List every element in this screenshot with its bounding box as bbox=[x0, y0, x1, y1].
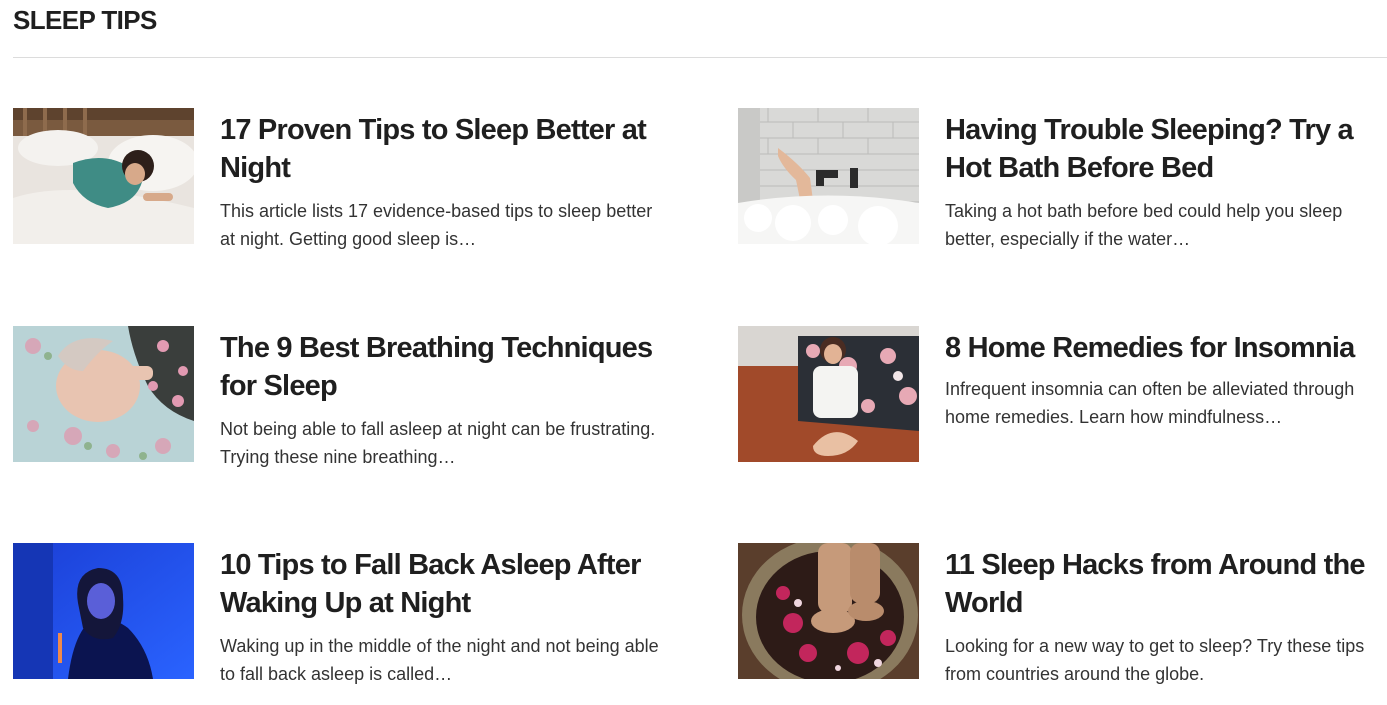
article-summary: Waking up in the middle of the night and… bbox=[220, 636, 659, 684]
person-lying-floral-image[interactable] bbox=[13, 326, 194, 462]
article-summary: Infrequent insomnia can often be allevia… bbox=[945, 379, 1355, 427]
article-title[interactable]: The 9 Best Breathing Techniques for Slee… bbox=[220, 330, 665, 405]
article-title[interactable]: 8 Home Remedies for Insomnia bbox=[945, 330, 1387, 368]
bubble-bath-image[interactable] bbox=[738, 108, 919, 244]
woman-sleeping-image[interactable] bbox=[13, 108, 194, 244]
article-summary: This article lists 17 evidence-based tip… bbox=[220, 201, 653, 249]
article-summary: Looking for a new way to get to sleep? T… bbox=[945, 636, 1365, 684]
section-title: SLEEP TIPS bbox=[13, 5, 157, 35]
article-title[interactable]: 17 Proven Tips to Sleep Better at Night bbox=[220, 112, 665, 187]
article-card[interactable]: The 9 Best Breathing Techniques for Slee… bbox=[13, 326, 673, 467]
article-title[interactable]: 11 Sleep Hacks from Around the World bbox=[945, 547, 1387, 622]
woman-meditating-image[interactable] bbox=[738, 326, 919, 462]
woman-blue-light-image[interactable] bbox=[13, 543, 194, 679]
article-summary: Taking a hot bath before bed could help … bbox=[945, 201, 1343, 249]
article-card[interactable]: 17 Proven Tips to Sleep Better at Night … bbox=[13, 108, 673, 249]
foot-bath-flowers-image[interactable] bbox=[738, 543, 919, 679]
article-card[interactable]: 8 Home Remedies for Insomnia Infrequent … bbox=[738, 326, 1387, 466]
article-card[interactable]: 10 Tips to Fall Back Asleep After Waking… bbox=[13, 543, 673, 684]
article-summary: Not being able to fall asleep at night c… bbox=[220, 419, 656, 467]
article-card[interactable]: 11 Sleep Hacks from Around the World Loo… bbox=[738, 543, 1387, 684]
article-title[interactable]: Having Trouble Sleeping? Try a Hot Bath … bbox=[945, 112, 1387, 187]
article-card[interactable]: Having Trouble Sleeping? Try a Hot Bath … bbox=[738, 108, 1387, 249]
article-title[interactable]: 10 Tips to Fall Back Asleep After Waking… bbox=[220, 547, 665, 622]
section-divider bbox=[13, 57, 1387, 58]
